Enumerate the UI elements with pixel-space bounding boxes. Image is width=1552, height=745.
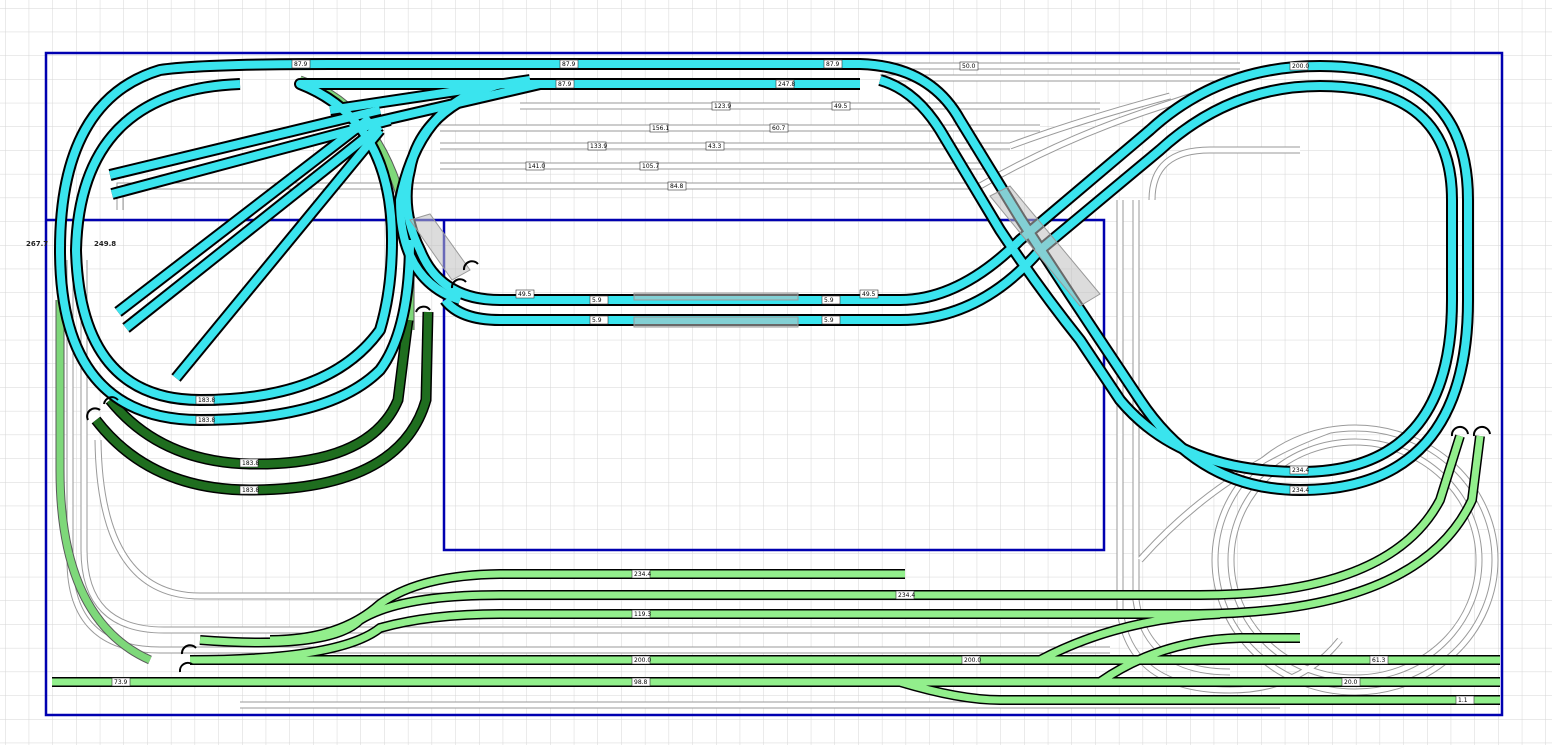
platform[interactable]: [633, 292, 799, 301]
svg-text:1.1: 1.1: [1458, 697, 1468, 704]
segment-label[interactable]: 1.1: [1455, 695, 1475, 705]
svg-text:183.8: 183.8: [242, 487, 259, 494]
svg-text:61.3: 61.3: [1372, 657, 1386, 664]
svg-text:234.4: 234.4: [634, 571, 651, 578]
segment-label[interactable]: 183.8: [195, 395, 215, 405]
svg-text:234.4: 234.4: [898, 592, 915, 599]
segment-label[interactable]: 183.8: [239, 458, 259, 468]
svg-text:123.9: 123.9: [714, 103, 731, 110]
segment-label[interactable]: 119.3: [631, 609, 651, 619]
svg-text:200.0: 200.0: [634, 657, 651, 664]
segment-label[interactable]: 60.7: [769, 123, 789, 133]
svg-text:183.8: 183.8: [198, 417, 215, 424]
segment-label[interactable]: 105.7: [639, 161, 659, 171]
svg-text:247.8: 247.8: [778, 81, 795, 88]
segment-label[interactable]: 123.9: [711, 101, 731, 111]
segment-label[interactable]: 5.9: [821, 295, 841, 305]
platform[interactable]: [633, 316, 799, 328]
segment-label[interactable]: 141.0: [525, 161, 545, 171]
dimension-left-outer: 267.7: [26, 240, 48, 248]
segment-label[interactable]: 5.9: [589, 315, 609, 325]
segment-label[interactable]: 87.9: [291, 59, 311, 69]
segment-label[interactable]: 43.3: [705, 141, 725, 151]
segment-label[interactable]: 234.4: [895, 590, 915, 600]
svg-text:98.8: 98.8: [634, 679, 648, 686]
segment-label[interactable]: 200.0: [631, 655, 651, 665]
segment-label[interactable]: 200.0: [1289, 61, 1309, 71]
segment-label[interactable]: 87.9: [823, 59, 843, 69]
segment-label[interactable]: 156.1: [649, 123, 669, 133]
svg-text:200.0: 200.0: [964, 657, 981, 664]
segment-label[interactable]: 49.5: [831, 101, 851, 111]
segment-label[interactable]: 234.4: [1289, 465, 1309, 475]
svg-text:60.7: 60.7: [772, 125, 786, 132]
svg-text:156.1: 156.1: [652, 125, 669, 132]
svg-text:87.9: 87.9: [558, 81, 572, 88]
svg-text:84.8: 84.8: [670, 183, 684, 190]
svg-text:50.0: 50.0: [962, 63, 976, 70]
svg-text:73.9: 73.9: [114, 679, 128, 686]
svg-text:5.9: 5.9: [592, 297, 602, 304]
svg-text:119.3: 119.3: [634, 611, 651, 618]
segment-label[interactable]: 183.8: [239, 485, 259, 495]
svg-text:5.9: 5.9: [592, 317, 602, 324]
segment-label[interactable]: 200.0: [961, 655, 981, 665]
svg-text:133.9: 133.9: [590, 143, 607, 150]
segment-label[interactable]: 183.8: [195, 415, 215, 425]
segment-label[interactable]: 49.5: [515, 289, 535, 299]
svg-text:87.9: 87.9: [294, 61, 308, 68]
segment-label[interactable]: 50.0: [959, 61, 979, 71]
segment-label[interactable]: 234.4: [1289, 485, 1309, 495]
svg-text:234.4: 234.4: [1292, 467, 1309, 474]
svg-text:183.8: 183.8: [242, 460, 259, 467]
svg-text:5.9: 5.9: [824, 297, 834, 304]
svg-text:105.7: 105.7: [642, 163, 659, 170]
svg-text:20.0: 20.0: [1344, 679, 1358, 686]
svg-text:141.0: 141.0: [528, 163, 545, 170]
svg-text:183.8: 183.8: [198, 397, 215, 404]
segment-label[interactable]: 87.9: [559, 59, 579, 69]
svg-text:5.9: 5.9: [824, 317, 834, 324]
layout-canvas[interactable]: 267.7 249.8 87.9 87.9 87.9 50.0 200.0 87…: [0, 0, 1552, 745]
segment-label[interactable]: 61.3: [1369, 655, 1389, 665]
segment-label[interactable]: 133.9: [587, 141, 607, 151]
svg-text:87.9: 87.9: [562, 61, 576, 68]
svg-text:49.5: 49.5: [862, 291, 876, 298]
segment-label[interactable]: 234.4: [631, 569, 651, 579]
segment-label[interactable]: 73.9: [111, 677, 131, 687]
segment-label[interactable]: 84.8: [667, 181, 687, 191]
dimension-left-inner: 249.8: [94, 240, 116, 248]
segment-label[interactable]: 247.8: [775, 79, 795, 89]
segment-label[interactable]: 5.9: [821, 315, 841, 325]
svg-text:200.0: 200.0: [1292, 63, 1309, 70]
segment-label[interactable]: 98.8: [631, 677, 651, 687]
svg-text:43.3: 43.3: [708, 143, 722, 150]
segment-label[interactable]: 5.9: [589, 295, 609, 305]
svg-text:234.4: 234.4: [1292, 487, 1309, 494]
segment-label[interactable]: 49.5: [859, 289, 879, 299]
svg-text:49.5: 49.5: [518, 291, 532, 298]
segment-label[interactable]: 87.9: [555, 79, 575, 89]
segment-label[interactable]: 20.0: [1341, 677, 1361, 687]
svg-text:49.5: 49.5: [834, 103, 848, 110]
svg-text:87.9: 87.9: [826, 61, 840, 68]
